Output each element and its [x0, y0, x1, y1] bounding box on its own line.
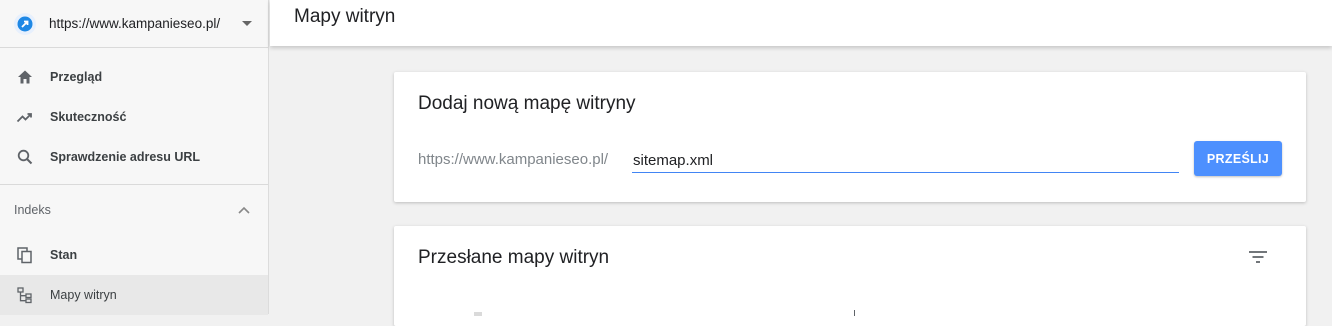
sitemap-url-input[interactable] [632, 148, 1179, 173]
add-sitemap-title: Dodaj nową mapę witryny [418, 93, 636, 114]
submitted-sitemaps-title: Przesłane mapy witryn [418, 247, 610, 268]
property-url: https://www.kampanieseo.pl/ [49, 16, 221, 31]
table-column-tick [854, 310, 855, 316]
sitemap-url-prefix: https://www.kampanieseo.pl/ [418, 151, 609, 168]
nav-item-label: Przegląd [50, 70, 103, 84]
nav-item-label: Sprawdzenie adresu URL [50, 150, 201, 164]
table-header-decoration [474, 312, 482, 316]
section-index-label: Indeks [14, 203, 51, 217]
chevron-up-icon [238, 201, 250, 219]
nav-item-url-inspection[interactable]: Sprawdzenie adresu URL [0, 137, 268, 177]
nav-item-label: Stan [50, 248, 78, 262]
sidebar: https://www.kampanieseo.pl/ Przegląd Sku… [0, 0, 269, 315]
nav-item-label: Mapy witryn [50, 288, 117, 302]
add-sitemap-card: Dodaj nową mapę witryny https://www.kamp… [394, 72, 1306, 202]
filter-icon[interactable] [1244, 245, 1272, 269]
sitemap-icon [16, 286, 34, 304]
dropdown-caret-icon[interactable] [242, 21, 252, 26]
nav-item-coverage[interactable]: Stan [0, 235, 268, 275]
submitted-sitemaps-card: Przesłane mapy witryn [394, 226, 1306, 326]
submit-button[interactable]: PRZEŚLIJ [1194, 141, 1282, 176]
nav-item-label: Skuteczność [50, 110, 127, 124]
nav-item-overview[interactable]: Przegląd [0, 57, 268, 97]
property-logo-icon [14, 12, 36, 35]
page-title: Mapy witryn [294, 6, 396, 27]
home-icon [16, 68, 34, 86]
copy-pages-icon [16, 246, 34, 264]
search-icon [16, 148, 34, 166]
property-selector[interactable]: https://www.kampanieseo.pl/ [0, 0, 268, 48]
trending-up-icon [16, 108, 34, 126]
section-index-toggle[interactable]: Indeks [0, 185, 268, 235]
page-header: Mapy witryn [270, 0, 1332, 46]
nav-item-sitemaps[interactable]: Mapy witryn [0, 275, 268, 315]
nav-item-performance[interactable]: Skuteczność [0, 97, 268, 137]
